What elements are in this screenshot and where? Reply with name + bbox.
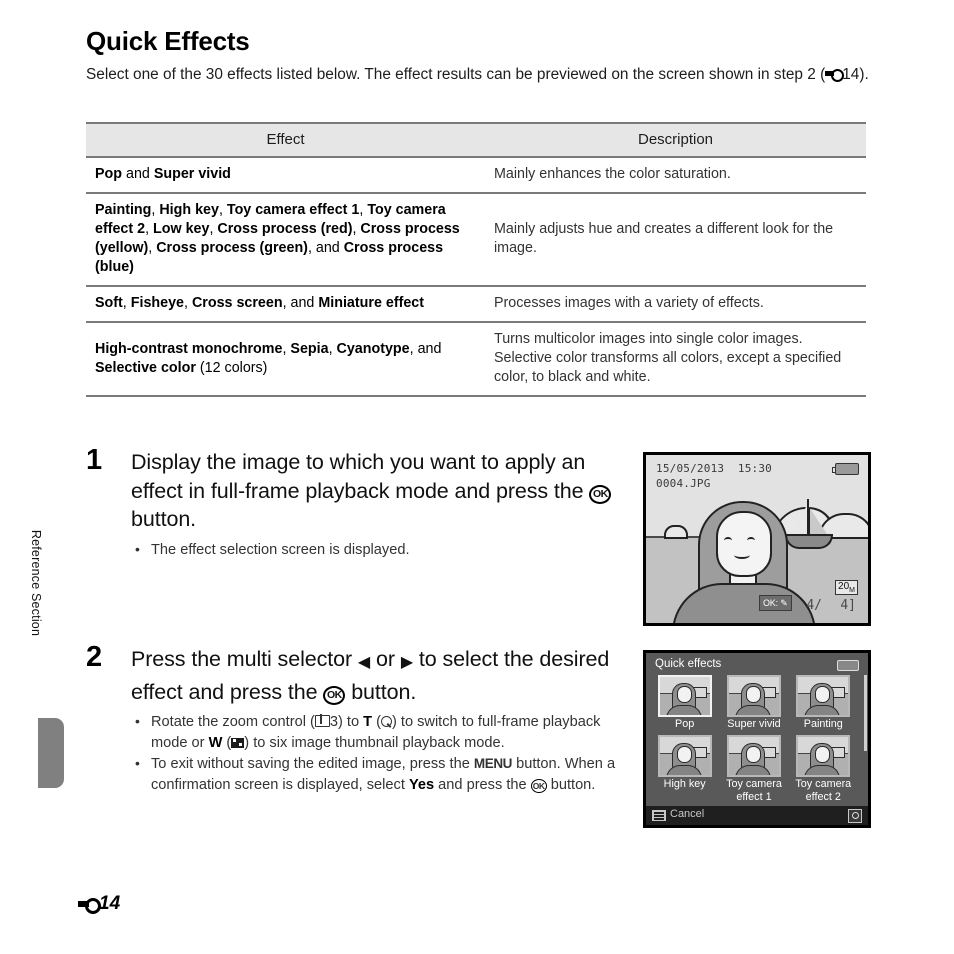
intro-text-post: 14). [842, 66, 869, 83]
table-cell-description: Mainly adjusts hue and creates a differe… [485, 193, 866, 287]
table-header-row: Effect Description [86, 122, 866, 158]
person-eye-right [747, 537, 755, 544]
section-label: Reference Section [29, 529, 43, 637]
quick-effect-label: Toy camera effect 1 [726, 778, 782, 803]
mountain-shape-3 [664, 525, 688, 539]
table-cell-description: Mainly enhances the color saturation. [485, 157, 866, 194]
table-cell-description: Turns multicolor images into single colo… [485, 322, 866, 397]
effects-table: Effect Description Pop and Super vivid Ma… [86, 122, 866, 397]
table-header-description: Description [485, 122, 866, 158]
quick-effect-thumbnail [657, 735, 712, 777]
footer-page-number: 14 [99, 893, 121, 914]
battery-icon [837, 660, 859, 671]
quick-effect-label: Pop [675, 718, 695, 730]
scrollbar-thumb[interactable] [864, 675, 867, 751]
quick-effect-item[interactable]: High key [650, 735, 719, 804]
quick-effect-label: Toy camera effect 2 [795, 778, 852, 803]
quick-effect-thumbnail [726, 675, 781, 717]
table-cell-effect: Soft, Fisheye, Cross screen, and Miniatu… [86, 286, 485, 323]
step-1-heading: Display the image to which you want to a… [131, 448, 631, 534]
ok-hint-badge: OK: ✎ [759, 595, 792, 611]
reference-section-icon [78, 898, 101, 914]
table-cell-effect: Painting, High key, Toy camera effect 1,… [86, 193, 485, 287]
quick-effect-label: Super vivid [727, 718, 781, 730]
quick-effects-screen-title: Quick effects [655, 658, 722, 670]
table-row: Painting, High key, Toy camera effect 1,… [86, 193, 866, 287]
step-2: 2 Press the multi selector ◀ or ▶ to sel… [86, 641, 631, 796]
table-header-effect: Effect [86, 122, 485, 158]
quick-effect-thumbnail [726, 735, 781, 777]
step-1: 1 Display the image to which you want to… [86, 444, 631, 561]
bullet-item: To exit without saving the edited image,… [131, 753, 631, 795]
battery-icon [832, 463, 859, 475]
lcd-datetime: 15/05/2013 15:30 [656, 462, 772, 475]
menu-icon [652, 810, 666, 821]
section-tab-marker [38, 718, 64, 788]
quick-effect-thumbnail [657, 675, 712, 717]
step-1-bullets: The effect selection screen is displayed… [131, 539, 631, 561]
person-mouth [734, 551, 750, 559]
bullet-item: Rotate the zoom control (3) to T () to s… [131, 711, 631, 753]
quick-effect-item[interactable]: Super vivid [719, 675, 788, 731]
frame-counter-current: 4/ [806, 598, 822, 613]
quick-effects-bottom-bar: Cancel [646, 806, 868, 825]
quick-effect-label: Painting [803, 718, 843, 730]
intro-paragraph: Select one of the 30 effects listed belo… [86, 64, 871, 85]
page-title: Quick Effects [86, 26, 250, 56]
lcd-time: 15:30 [737, 462, 773, 475]
image-size-badge: 20M [835, 580, 858, 595]
table-row: Soft, Fisheye, Cross screen, and Miniatu… [86, 286, 866, 323]
quick-effect-item[interactable]: Pop [650, 675, 719, 731]
step-2-bullets: Rotate the zoom control (3) to T () to s… [131, 711, 631, 795]
quick-effect-item[interactable]: Toy camera effect 2 [789, 735, 858, 804]
quick-effect-thumbnail [796, 675, 851, 717]
quick-effect-item[interactable]: Painting [789, 675, 858, 731]
table-cell-effect: Pop and Super vivid [86, 157, 485, 194]
step-2-heading: Press the multi selector ◀ or ▶ to selec… [131, 647, 610, 705]
playback-screen-image: 15/05/2013 15:30 0004.JPG OK: ✎ 4/ 4] 20… [643, 452, 871, 626]
reference-section-icon [825, 69, 845, 82]
ok-hint-label: OK: [763, 598, 778, 608]
frame-counter-total: 4] [840, 598, 856, 613]
quick-effect-item[interactable]: Toy camera effect 1 [719, 735, 788, 804]
manual-page: Reference Section Quick Effects Select o… [0, 0, 954, 954]
person-face [716, 511, 772, 577]
quick-effects-grid: Pop Super vivid Painting High key Toy camera… [650, 675, 858, 808]
person-eye-left [724, 537, 732, 544]
table-cell-effect: High-contrast monochrome, Sepia, Cyanoty… [86, 322, 485, 397]
step-1-number: 1 [86, 444, 103, 476]
table-row: Pop and Super vivid Mainly enhances the c… [86, 157, 866, 194]
table-body: Pop and Super vivid Mainly enhances the c… [86, 157, 866, 397]
magnifier-icon [848, 809, 862, 823]
table-row: High-contrast monochrome, Sepia, Cyanoty… [86, 322, 866, 397]
table-cell-description: Processes images with a variety of effec… [485, 286, 866, 323]
quick-effects-screen-image: Quick effects Pop Super vivid Painting High… [643, 650, 871, 828]
sailboat-hull [785, 534, 833, 549]
cancel-label: Cancel [670, 808, 705, 820]
lcd-date: 15/05/2013 [656, 462, 725, 475]
bullet-item: The effect selection screen is displayed… [131, 539, 631, 561]
quick-effect-label: High key [663, 778, 706, 790]
lcd-filename: 0004.JPG [656, 477, 711, 490]
step-2-number: 2 [86, 641, 103, 673]
sailboat-mast [807, 499, 809, 535]
intro-text-pre: Select one of the 30 effects listed belo… [86, 66, 826, 83]
quick-effect-thumbnail [796, 735, 851, 777]
page-footer: 14 [78, 893, 120, 915]
